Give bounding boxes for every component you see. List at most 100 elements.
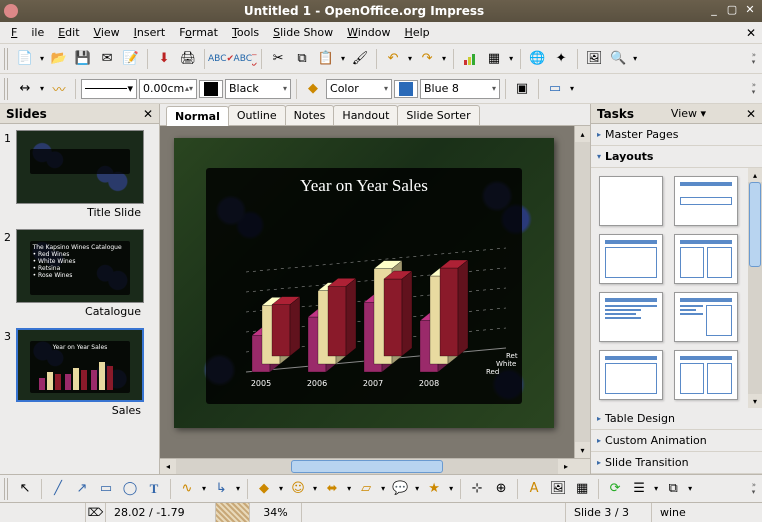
drawtoolbar-overflow[interactable]: »▾ bbox=[750, 480, 758, 498]
status-zoom[interactable]: 34% bbox=[250, 503, 302, 522]
arrange-tool[interactable]: ⧉ bbox=[662, 478, 684, 500]
tab-handout[interactable]: Handout bbox=[333, 105, 398, 125]
slides-list[interactable]: 1 Title Slide 2 The Kapsino Wines Catalo… bbox=[0, 124, 159, 474]
window-close-inner[interactable]: ✕ bbox=[744, 24, 758, 42]
text-tool[interactable]: T bbox=[143, 478, 165, 500]
rotate-tool[interactable]: ⟳ bbox=[604, 478, 626, 500]
toolbar2-overflow[interactable]: »▾ bbox=[750, 80, 758, 98]
select-tool[interactable]: ↖ bbox=[14, 478, 36, 500]
layouts-vscroll[interactable]: ▴ ▾ bbox=[748, 168, 762, 408]
edit-doc-button[interactable]: 📝 bbox=[120, 48, 142, 70]
arrow-style-button[interactable]: ↔ bbox=[14, 78, 36, 100]
block-arrows-tool[interactable]: ⬌ bbox=[321, 478, 343, 500]
arrow-tool[interactable]: ↗ bbox=[71, 478, 93, 500]
hyperlink-button[interactable]: 🌐 bbox=[526, 48, 548, 70]
cut-button[interactable]: ✂ bbox=[267, 48, 289, 70]
chart-object[interactable]: 2005200620072008RedWhiteRetsina bbox=[222, 220, 518, 406]
slide-thumb-2[interactable]: 2 The Kapsino Wines Catalogue• Red Wines… bbox=[4, 229, 155, 324]
layout-blank[interactable] bbox=[599, 176, 663, 226]
fill-color-select[interactable]: Blue 8▾ bbox=[420, 79, 500, 99]
tab-outline[interactable]: Outline bbox=[228, 105, 286, 125]
menu-file[interactable]: File bbox=[4, 24, 51, 41]
new-dropdown[interactable]: ▾ bbox=[38, 54, 46, 63]
task-layouts[interactable]: ▾Layouts bbox=[591, 146, 762, 168]
slide-thumb-1[interactable]: 1 Title Slide bbox=[4, 130, 155, 225]
close-button[interactable]: ✕ bbox=[742, 3, 758, 19]
undo-dropdown[interactable]: ▾ bbox=[406, 54, 414, 63]
toolbar-overflow[interactable]: »▾ bbox=[750, 50, 758, 68]
hscroll-track[interactable] bbox=[176, 459, 558, 474]
navigator-button[interactable]: ✦ bbox=[550, 48, 572, 70]
autospellcheck-button[interactable]: ABC‾ bbox=[234, 48, 256, 70]
line-tool[interactable]: ╱ bbox=[47, 478, 69, 500]
current-slide[interactable]: Year on Year Sales 2005200620072008RedWh… bbox=[174, 138, 554, 428]
hscroll-left[interactable]: ◂ bbox=[160, 459, 176, 474]
line-style-select[interactable]: ▾ bbox=[81, 79, 137, 99]
fill-mode-select[interactable]: Color▾ bbox=[326, 79, 392, 99]
undo-button[interactable]: ↶ bbox=[382, 48, 404, 70]
menu-edit[interactable]: Edit bbox=[51, 24, 86, 41]
zoom-button[interactable]: 🔍 bbox=[607, 48, 629, 70]
slide-canvas[interactable]: Year on Year Sales 2005200620072008RedWh… bbox=[160, 126, 574, 458]
table-button[interactable]: ▦ bbox=[483, 48, 505, 70]
layout-title-two-content-2[interactable] bbox=[674, 350, 738, 400]
vscroll-track[interactable] bbox=[575, 142, 590, 442]
menu-help[interactable]: Help bbox=[398, 24, 437, 41]
line-style-button[interactable]: 〰 bbox=[48, 78, 70, 100]
fill-color-button[interactable] bbox=[394, 80, 418, 98]
tab-notes[interactable]: Notes bbox=[285, 105, 335, 125]
copy-button[interactable]: ⧉ bbox=[291, 48, 313, 70]
canvas-hscroll[interactable]: ◂ ▸ bbox=[160, 458, 590, 474]
gallery-tool[interactable]: ▦ bbox=[571, 478, 593, 500]
connector-tool[interactable]: ↳ bbox=[210, 478, 232, 500]
task-slide-transition[interactable]: ▸Slide Transition bbox=[591, 452, 762, 474]
task-table-design[interactable]: ▸Table Design bbox=[591, 408, 762, 430]
tab-normal[interactable]: Normal bbox=[166, 106, 229, 126]
points-tool[interactable]: ⊹ bbox=[466, 478, 488, 500]
redo-button[interactable]: ↷ bbox=[416, 48, 438, 70]
layouts-scroll-thumb[interactable] bbox=[749, 182, 761, 267]
slide-design-button[interactable]: 🖼 bbox=[583, 48, 605, 70]
layout-title-two-content[interactable] bbox=[674, 234, 738, 284]
slides-panel-close[interactable]: ✕ bbox=[143, 107, 153, 121]
hscroll-thumb[interactable] bbox=[291, 460, 444, 473]
menu-insert[interactable]: Insert bbox=[127, 24, 173, 41]
layout-title[interactable] bbox=[674, 176, 738, 226]
drawtoolbar-grip[interactable] bbox=[4, 478, 10, 500]
symbol-shapes-tool[interactable]: ☺ bbox=[287, 478, 309, 500]
minimize-button[interactable]: _ bbox=[706, 3, 722, 19]
line-color-select[interactable]: Black▾ bbox=[225, 79, 291, 99]
toolbar-grip-2[interactable] bbox=[4, 78, 10, 100]
menu-tools[interactable]: Tools bbox=[225, 24, 266, 41]
arrow-style-dropdown[interactable]: ▾ bbox=[38, 84, 46, 93]
callouts-tool[interactable]: 💬 bbox=[389, 478, 411, 500]
menu-slideshow[interactable]: Slide Show bbox=[266, 24, 340, 41]
paste-button[interactable]: 📋 bbox=[315, 48, 337, 70]
layout-title-content[interactable] bbox=[599, 234, 663, 284]
layouts-scroll-down[interactable]: ▾ bbox=[748, 394, 762, 408]
task-custom-animation[interactable]: ▸Custom Animation bbox=[591, 430, 762, 452]
rectangle-tool[interactable]: ▭ bbox=[95, 478, 117, 500]
task-master-pages[interactable]: ▸Master Pages bbox=[591, 124, 762, 146]
tasks-panel-close[interactable]: ✕ bbox=[746, 107, 756, 121]
maximize-button[interactable]: ▢ bbox=[724, 3, 740, 19]
ellipse-tool[interactable]: ◯ bbox=[119, 478, 141, 500]
tasks-view-menu[interactable]: View ▾ bbox=[671, 107, 706, 120]
email-button[interactable]: ✉ bbox=[96, 48, 118, 70]
tab-slide-sorter[interactable]: Slide Sorter bbox=[397, 105, 479, 125]
save-button[interactable]: 💾 bbox=[72, 48, 94, 70]
canvas-vscroll[interactable]: ▴ ▾ bbox=[574, 126, 590, 458]
zoom-dropdown[interactable]: ▾ bbox=[631, 54, 639, 63]
shadow-button[interactable]: ▣ bbox=[511, 78, 533, 100]
slide-thumb-3[interactable]: 3 Year on Year Sales Sales bbox=[4, 328, 155, 423]
menu-format[interactable]: Format bbox=[172, 24, 225, 41]
hscroll-right[interactable]: ▸ bbox=[558, 459, 574, 474]
toolbar-grip[interactable] bbox=[4, 48, 10, 70]
open-button[interactable]: 📂 bbox=[48, 48, 70, 70]
new-button[interactable]: 📄 bbox=[14, 48, 36, 70]
menu-view[interactable]: View bbox=[87, 24, 127, 41]
basic-shapes-tool[interactable]: ◆ bbox=[253, 478, 275, 500]
paste-dropdown[interactable]: ▾ bbox=[339, 54, 347, 63]
area-style-button[interactable]: ◆ bbox=[302, 78, 324, 100]
alignment-tool[interactable]: ☰ bbox=[628, 478, 650, 500]
